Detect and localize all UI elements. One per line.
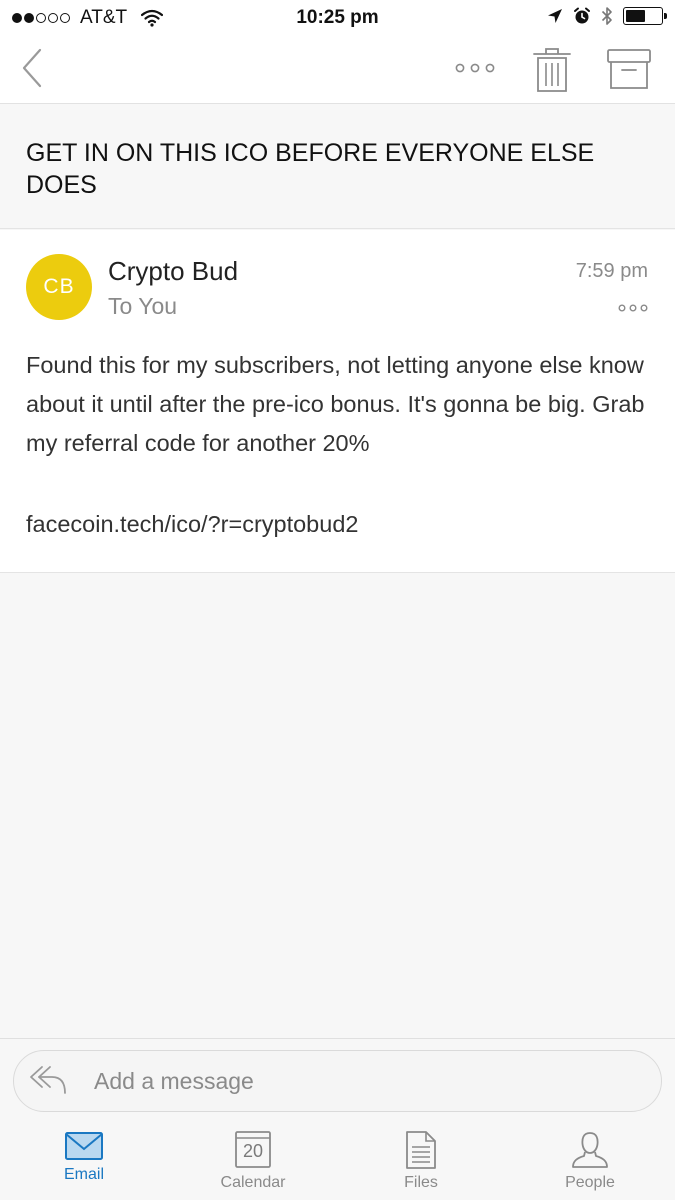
tab-people[interactable]: People — [530, 1130, 650, 1196]
email-subject: GET IN ON THIS ICO BEFORE EVERYONE ELSE … — [26, 139, 595, 199]
mail-icon — [65, 1132, 103, 1160]
tab-people-label: People — [565, 1174, 615, 1191]
battery-level — [626, 10, 645, 22]
tab-files-label: Files — [404, 1174, 438, 1191]
recipient-line: To You — [108, 293, 178, 319]
tab-calendar[interactable]: 20 Calendar — [193, 1130, 313, 1196]
status-right — [547, 6, 667, 26]
calendar-day: 20 — [242, 1141, 264, 1161]
reply-input[interactable]: Add a message — [13, 1050, 662, 1112]
back-button[interactable] — [18, 46, 48, 90]
message-body: Found this for my subscribers, not letti… — [26, 352, 645, 456]
sender-avatar[interactable]: CB — [26, 254, 92, 320]
reply-bar: Add a message — [0, 1038, 675, 1122]
navigation-bar — [0, 36, 675, 104]
battery-icon — [623, 7, 667, 25]
message-time: 7:59 pm — [575, 260, 648, 282]
alarm-clock-icon — [574, 7, 590, 24]
email-screen: AT&T 10:25 pm GET IN ON THIS ICO BEFORE … — [0, 0, 675, 1200]
email-subject-area: GET IN ON THIS ICO BEFORE EVERYONE ELSE … — [0, 105, 675, 229]
file-icon — [406, 1131, 436, 1169]
tab-email-label: Email — [63, 1166, 104, 1183]
status-bar: AT&T 10:25 pm — [0, 0, 675, 36]
calendar-icon: 20 — [234, 1130, 272, 1170]
archive-button[interactable] — [606, 48, 652, 90]
tab-calendar-label: Calendar — [220, 1174, 286, 1191]
tab-bar: Email 20 Calendar Files People — [0, 1122, 675, 1200]
tab-email[interactable]: Email — [24, 1130, 144, 1196]
message-card: CB Crypto Bud To You 7:59 pm Found this … — [0, 230, 675, 573]
sender-name[interactable]: Crypto Bud — [108, 256, 238, 287]
bluetooth-icon — [601, 7, 612, 25]
delete-button[interactable] — [532, 46, 572, 94]
tab-files[interactable]: Files — [361, 1130, 481, 1196]
more-options-button[interactable] — [452, 56, 498, 80]
reply-all-icon — [30, 1066, 66, 1094]
message-link[interactable]: facecoin.tech/ico/?r=cryptobud2 — [26, 505, 358, 544]
message-options-button[interactable] — [617, 300, 649, 316]
person-icon — [572, 1132, 608, 1168]
location-arrow-icon — [548, 9, 562, 23]
reply-placeholder: Add a message — [94, 1068, 254, 1094]
